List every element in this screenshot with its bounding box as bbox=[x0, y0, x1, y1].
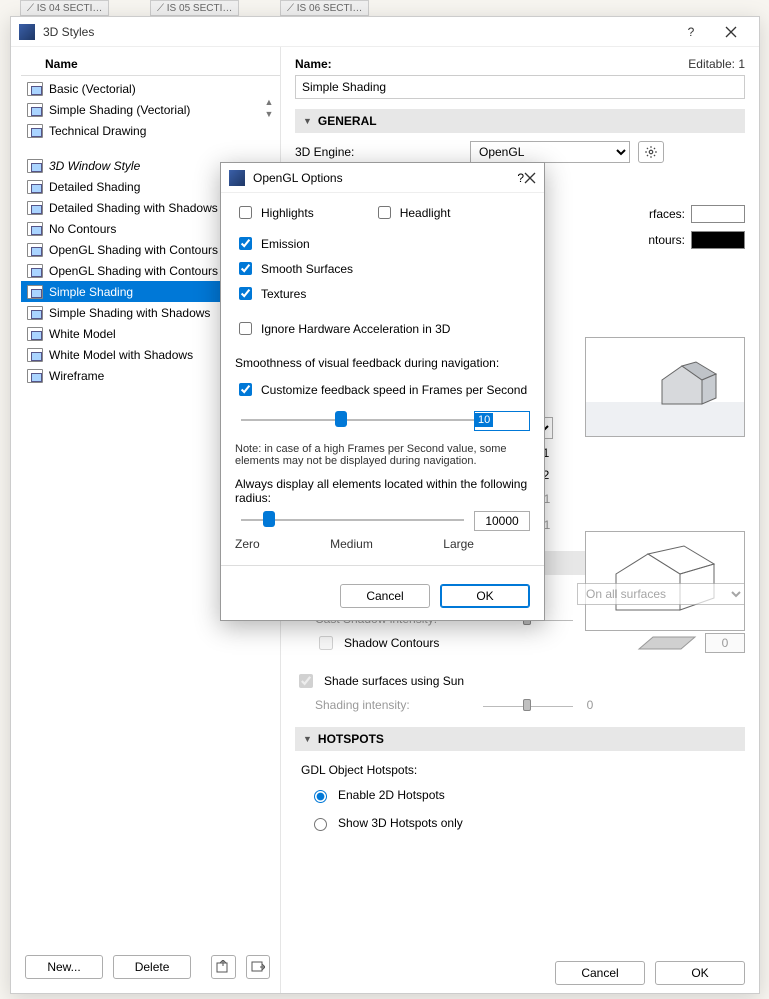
hotspots-3d-radio[interactable] bbox=[314, 818, 327, 831]
style-label: No Contours bbox=[49, 222, 116, 236]
style-icon bbox=[27, 159, 43, 173]
titlebar: 3D Styles ? bbox=[11, 17, 759, 47]
cancel-button[interactable]: Cancel bbox=[555, 961, 645, 985]
style-label: Technical Drawing bbox=[49, 124, 146, 138]
style-item[interactable]: Basic (Vectorial) bbox=[21, 78, 280, 99]
chevron-down-icon: ▼ bbox=[303, 734, 312, 744]
textures-checkbox[interactable] bbox=[239, 287, 252, 300]
surfaces-color[interactable] bbox=[691, 205, 745, 223]
help-button[interactable]: ? bbox=[671, 18, 711, 46]
modal-ok-button[interactable]: OK bbox=[440, 584, 530, 608]
scroll-indicator[interactable]: ▲▼ bbox=[262, 97, 276, 119]
style-icon bbox=[27, 243, 43, 257]
style-icon bbox=[27, 327, 43, 341]
style-label: Detailed Shading with Shadows bbox=[49, 201, 218, 215]
ok-button[interactable]: OK bbox=[655, 961, 745, 985]
app-icon bbox=[19, 24, 35, 40]
modal-help-button[interactable]: ? bbox=[517, 171, 524, 185]
editable-label: Editable: 1 bbox=[688, 57, 745, 71]
engine-options-button[interactable] bbox=[638, 141, 664, 163]
style-icon bbox=[27, 348, 43, 362]
style-label: 3D Window Style bbox=[49, 159, 140, 173]
style-icon bbox=[27, 285, 43, 299]
style-name-input[interactable] bbox=[295, 75, 745, 99]
style-label: Detailed Shading bbox=[49, 180, 140, 194]
app-icon bbox=[229, 170, 245, 186]
style-icon bbox=[27, 264, 43, 278]
preview-shading bbox=[585, 337, 745, 437]
style-label: White Model bbox=[49, 327, 116, 341]
modal-title: OpenGL Options bbox=[253, 171, 517, 185]
highlights-checkbox[interactable] bbox=[239, 206, 252, 219]
fps-note: Note: in case of a high Frames per Secon… bbox=[235, 443, 530, 467]
style-icon bbox=[27, 369, 43, 383]
engine-select[interactable]: OpenGL bbox=[470, 141, 630, 163]
chevron-down-icon: ▼ bbox=[303, 116, 312, 126]
style-label: Simple Shading bbox=[49, 285, 133, 299]
smooth-checkbox[interactable] bbox=[239, 262, 252, 275]
headlight-checkbox[interactable] bbox=[378, 206, 391, 219]
close-button[interactable] bbox=[711, 18, 751, 46]
style-label: Simple Shading with Shadows bbox=[49, 306, 210, 320]
opengl-options-dialog: OpenGL Options ? Highlights Headlight Em… bbox=[220, 162, 545, 621]
shadow-preview-icon bbox=[637, 635, 697, 651]
smoothness-label: Smoothness of visual feedback during nav… bbox=[235, 356, 530, 370]
modal-cancel-button[interactable]: Cancel bbox=[340, 584, 430, 608]
style-item[interactable]: Simple Shading (Vectorial) bbox=[21, 99, 280, 120]
style-label: Basic (Vectorial) bbox=[49, 82, 136, 96]
shade-sun-checkbox bbox=[299, 674, 313, 688]
radius-label: Always display all elements located with… bbox=[235, 477, 530, 505]
shadow-contours-value bbox=[705, 633, 745, 653]
style-icon bbox=[27, 82, 43, 96]
modal-close-button[interactable] bbox=[524, 172, 536, 184]
window-title: 3D Styles bbox=[43, 25, 671, 39]
delete-style-button[interactable]: Delete bbox=[113, 955, 191, 979]
sun-mode-select: On all surfaces bbox=[577, 583, 745, 605]
new-style-button[interactable]: New... bbox=[25, 955, 103, 979]
section-hotspots[interactable]: ▼ HOTSPOTS bbox=[295, 727, 745, 751]
contours-color[interactable] bbox=[691, 231, 745, 249]
surfaces-label: rfaces: bbox=[649, 207, 685, 221]
export-button[interactable] bbox=[246, 955, 270, 979]
ignore-hw-checkbox[interactable] bbox=[239, 322, 252, 335]
name-label: Name: bbox=[295, 57, 332, 71]
shadow-contours-checkbox bbox=[319, 636, 333, 650]
style-icon bbox=[27, 306, 43, 320]
style-label: Wireframe bbox=[49, 369, 104, 383]
fps-slider[interactable]: 10 bbox=[235, 405, 530, 435]
style-label: OpenGL Shading with Contours w bbox=[49, 264, 230, 278]
fps-input[interactable]: 10 bbox=[474, 411, 530, 431]
style-label: Simple Shading (Vectorial) bbox=[49, 103, 190, 117]
style-icon bbox=[27, 103, 43, 117]
radius-slider[interactable] bbox=[263, 511, 275, 527]
fps-checkbox[interactable] bbox=[239, 383, 252, 396]
preview-contours bbox=[585, 531, 745, 631]
contours-label: ntours: bbox=[648, 233, 685, 247]
emission-checkbox[interactable] bbox=[239, 237, 252, 250]
hotspots-2d-radio[interactable] bbox=[314, 790, 327, 803]
shading-slider bbox=[483, 697, 573, 713]
style-icon bbox=[27, 222, 43, 236]
style-label: OpenGL Shading with Contours w bbox=[49, 243, 230, 257]
style-icon bbox=[27, 180, 43, 194]
style-item[interactable]: Technical Drawing bbox=[21, 120, 280, 141]
style-label: White Model with Shadows bbox=[49, 348, 193, 362]
radius-input[interactable] bbox=[474, 511, 530, 531]
style-icon bbox=[27, 124, 43, 138]
engine-label: 3D Engine: bbox=[295, 145, 470, 159]
section-general[interactable]: ▼ GENERAL bbox=[295, 109, 745, 133]
import-button[interactable] bbox=[211, 955, 235, 979]
style-icon bbox=[27, 201, 43, 215]
hotspots-label: GDL Object Hotspots: bbox=[295, 759, 745, 781]
column-header-name[interactable]: Name bbox=[21, 53, 280, 76]
